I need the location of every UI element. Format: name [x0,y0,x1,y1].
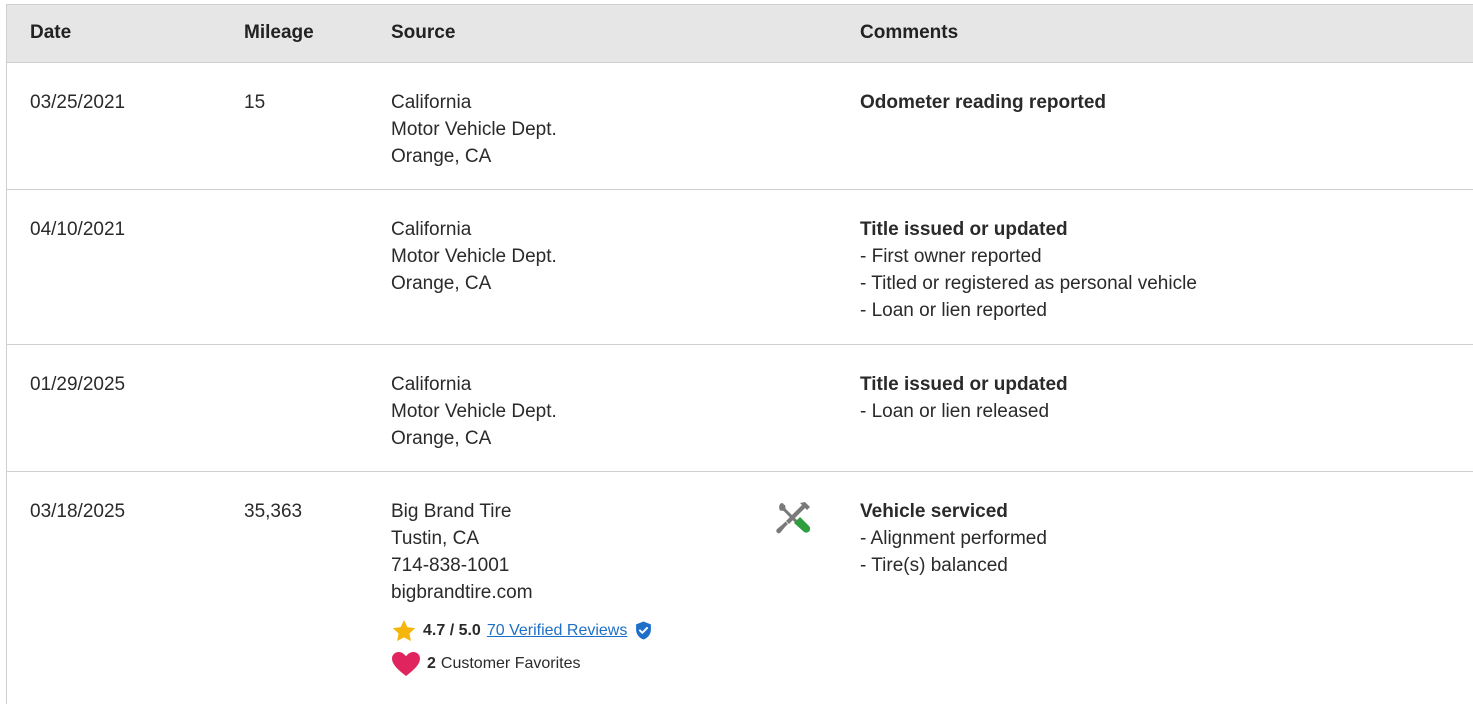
source-line: Motor Vehicle Dept. [391,401,557,422]
star-icon [391,618,417,644]
source-line: California [391,92,472,113]
source-line: Orange, CA [391,428,492,449]
heart-icon [391,651,421,677]
table-row: 03/18/2025 35,363 Big Brand Tire Tustin,… [7,472,1473,704]
comment-title: Vehicle serviced [860,501,1008,522]
row-date: 03/18/2025 [30,501,126,522]
row-source: California Motor Vehicle Dept. Orange, C… [391,89,557,170]
row-comments: Title issued or updated - First owner re… [860,216,1197,324]
row-comments: Vehicle serviced - Alignment performed -… [860,498,1047,579]
verified-reviews-link[interactable]: 70 Verified Reviews [487,617,628,644]
table-row: 01/29/2025 California Motor Vehicle Dept… [7,345,1473,472]
shop-rating: 4.7 / 5.0 70 Verified Reviews [391,617,652,644]
header-mileage: Mileage [244,22,314,43]
source-line: 714-838-1001 [391,555,510,576]
header-comments: Comments [860,22,959,43]
source-line: Tustin, CA [391,528,479,549]
source-line: Orange, CA [391,146,492,167]
service-tools-icon [775,499,813,545]
table-row: 04/10/2021 California Motor Vehicle Dept… [7,190,1473,345]
comment-item: - Alignment performed [860,528,1047,549]
row-source: California Motor Vehicle Dept. Orange, C… [391,216,557,297]
row-date: 01/29/2025 [30,374,126,395]
source-line: California [391,219,472,240]
row-comments: Odometer reading reported [860,89,1106,116]
source-line: bigbrandtire.com [391,582,533,603]
header-source: Source [391,22,456,43]
row-source: California Motor Vehicle Dept. Orange, C… [391,371,557,452]
source-line: Orange, CA [391,273,492,294]
customer-favorites: 2 Customer Favorites [391,650,652,677]
comment-item: - Loan or lien released [860,401,1050,422]
header-date: Date [30,22,72,43]
table-header: Date Mileage Source Comments [7,5,1473,63]
table-row: 03/25/2021 15 California Motor Vehicle D… [7,63,1473,190]
comment-title: Title issued or updated [860,219,1068,240]
vehicle-history-table: Date Mileage Source Comments 03/25/2021 … [6,4,1473,704]
comment-title: Odometer reading reported [860,92,1106,113]
comment-item: - Titled or registered as personal vehic… [860,273,1197,294]
source-line: Big Brand Tire [391,501,512,522]
source-line: Motor Vehicle Dept. [391,119,557,140]
row-mileage: 35,363 [244,501,303,522]
favorites-count: 2 [427,655,436,672]
row-source: Big Brand Tire Tustin, CA 714-838-1001 b… [391,498,652,677]
row-comments: Title issued or updated - Loan or lien r… [860,371,1068,425]
comment-item: - Loan or lien reported [860,300,1047,321]
row-date: 04/10/2021 [30,219,126,240]
source-line: California [391,374,472,395]
favorites-label: Customer Favorites [440,655,581,672]
comment-item: - Tire(s) balanced [860,555,1008,576]
row-date: 03/25/2021 [30,92,126,113]
comment-item: - First owner reported [860,246,1042,267]
verified-shield-icon [635,621,652,640]
comment-title: Title issued or updated [860,374,1068,395]
rating-score: 4.7 / 5.0 [423,622,481,639]
row-mileage: 15 [244,92,266,113]
source-line: Motor Vehicle Dept. [391,246,557,267]
